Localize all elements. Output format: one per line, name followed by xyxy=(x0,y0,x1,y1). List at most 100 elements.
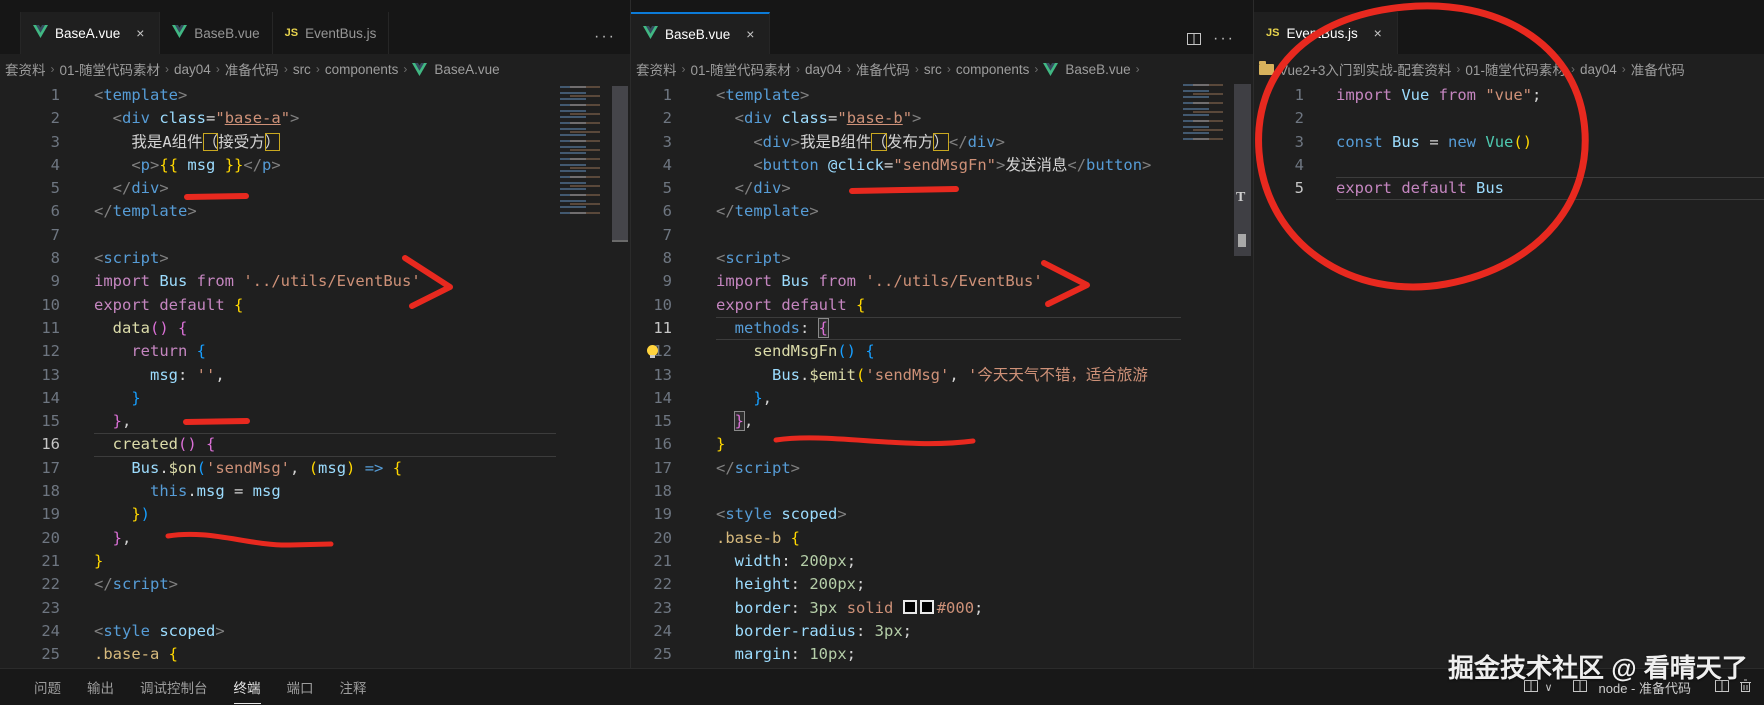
code-line: height: 200px; xyxy=(734,575,866,594)
line-number: 2 xyxy=(1294,109,1304,128)
code-line: margin: 10px; xyxy=(734,645,857,664)
line-number: 18 xyxy=(653,482,672,501)
code-line: } xyxy=(716,435,726,454)
line-number: 7 xyxy=(50,225,60,244)
close-icon[interactable]: × xyxy=(133,25,147,41)
code-line: }, xyxy=(753,388,773,407)
breadcrumb-item[interactable]: 准备代码 xyxy=(856,59,910,79)
tab-eventbus-js[interactable]: JS EventBus.js × xyxy=(1254,12,1398,54)
code-line: <template> xyxy=(94,86,188,104)
code-line: </div> xyxy=(112,179,169,198)
panel-tab-注释[interactable]: 注释 xyxy=(340,671,367,704)
breadcrumb-item[interactable]: 套资料 xyxy=(5,59,46,79)
scrollbar[interactable] xyxy=(612,84,628,668)
more-tabs-icon[interactable]: ··· xyxy=(594,28,630,54)
breadcrumb-item[interactable]: 01-随堂代码素材 xyxy=(1465,59,1566,79)
breadcrumb[interactable]: 套资料 › 01-随堂代码素材 › day04 › 准备代码 › src › components ›… xyxy=(631,54,1253,84)
breadcrumb-item[interactable]: day04 xyxy=(1580,62,1617,77)
line-number: 10 xyxy=(653,295,672,314)
editor-eventbus-js[interactable]: 1 2 3 4 5 import Vue from "vue"; const Bus = … xyxy=(1254,84,1764,668)
breadcrumb-item[interactable]: src xyxy=(293,62,311,77)
code-area[interactable]: <template> <div class="base-b"> <div>我是B… xyxy=(716,84,1181,666)
tab-basea-vue[interactable]: BaseA.vue × xyxy=(21,12,161,54)
breadcrumb-item[interactable]: day04 xyxy=(174,62,211,77)
breadcrumb-item[interactable]: Vue2+3入门到实战-配套资料 xyxy=(1279,59,1451,79)
code-area[interactable]: <template> <div class="base-a"> 我是A组件（接受… xyxy=(94,84,556,666)
code-line: export default Bus xyxy=(1336,177,1764,200)
minimap[interactable] xyxy=(556,86,606,218)
code-line: methods: { xyxy=(716,317,1181,340)
code-line: import Vue from "vue"; xyxy=(1336,86,1542,104)
scrollbar-t-mark: T xyxy=(1236,190,1246,205)
line-number: 20 xyxy=(41,528,60,547)
panel-tab-终端[interactable]: 终端 xyxy=(233,671,261,704)
breadcrumb-separator: › xyxy=(215,62,220,76)
code-line: <p>{{ msg }}</p> xyxy=(131,155,281,174)
breadcrumb-item[interactable]: 准备代码 xyxy=(225,59,279,79)
line-number: 5 xyxy=(1294,179,1304,198)
code-area[interactable]: import Vue from "vue"; const Bus = new Vu… xyxy=(1336,84,1764,200)
breadcrumb-separator: › xyxy=(914,62,919,76)
line-number: 5 xyxy=(50,179,60,198)
breadcrumb-item[interactable]: src xyxy=(924,62,942,77)
line-number: 9 xyxy=(662,272,672,291)
breadcrumb[interactable]: 套资料 › 01-随堂代码素材 › day04 › 准备代码 › src › components ›… xyxy=(0,54,630,84)
breadcrumb-item[interactable]: components xyxy=(325,62,399,77)
panel-tab-调试控制台[interactable]: 调试控制台 xyxy=(140,671,208,704)
tab-baseb-vue[interactable]: BaseB.vue xyxy=(160,12,273,54)
line-number: 15 xyxy=(41,412,60,431)
breadcrumb-item[interactable]: day04 xyxy=(805,62,842,77)
breadcrumb-item[interactable]: 01-随堂代码素材 xyxy=(691,59,792,79)
code-line: </script> xyxy=(94,575,179,594)
editor-group-right: JS EventBus.js × Vue2+3入门到实战-配套资料 › 01-随堂代码素… xyxy=(1253,0,1764,705)
editor-baseb-vue[interactable]: 1 2 3 4 5 6 7 8 9 10 11 12 13 14 15 16 17 18 19 20 21 22 23 24 2… xyxy=(631,84,1253,668)
line-number: 22 xyxy=(653,575,672,594)
breadcrumb-item[interactable]: 准备代码 xyxy=(1631,59,1685,79)
breadcrumb-item[interactable]: 套资料 xyxy=(636,59,677,79)
breadcrumb-item[interactable]: components xyxy=(956,62,1030,77)
code-line: const Bus = new Vue() xyxy=(1336,132,1533,151)
tab-label: EventBus.js xyxy=(1286,25,1358,41)
vue-icon xyxy=(172,25,188,41)
line-number: 4 xyxy=(662,155,672,174)
breadcrumb-separator: › xyxy=(1621,62,1626,76)
close-icon[interactable]: × xyxy=(1371,25,1385,41)
breadcrumb-separator: › xyxy=(1456,62,1461,76)
code-line: this.msg = msg xyxy=(150,482,281,501)
code-line: <script> xyxy=(94,249,169,268)
code-line: border: 3px solid #000; xyxy=(734,598,984,617)
close-icon[interactable]: × xyxy=(743,26,757,42)
code-line: } xyxy=(94,551,104,570)
tab-eventbus-js[interactable]: JS EventBus.js xyxy=(272,12,390,54)
breadcrumb[interactable]: Vue2+3入门到实战-配套资料 › 01-随堂代码素材 › day04 › 准备代码 xyxy=(1254,54,1764,84)
panel-tab-输出[interactable]: 输出 xyxy=(87,671,114,704)
line-number: 3 xyxy=(1294,132,1304,151)
breadcrumb-file[interactable]: BaseA.vue xyxy=(434,62,499,77)
split-editor-icon[interactable] xyxy=(1187,33,1202,45)
code-line: Bus.$emit('sendMsg', '今天天气不错，适合旅游 xyxy=(772,365,1148,384)
line-number: 25 xyxy=(653,645,672,664)
line-number: 3 xyxy=(662,132,672,151)
panel-tab-端口[interactable]: 端口 xyxy=(287,671,314,704)
more-actions-icon[interactable]: ··· xyxy=(1213,30,1235,48)
code-line: .base-a { xyxy=(94,645,179,664)
editor-basea-vue[interactable]: 1 2 3 4 5 6 7 8 9 10 11 12 13 14 15 16 17 18 19 20 21 22 23 24 2… xyxy=(0,84,630,668)
minimap[interactable] xyxy=(1181,84,1231,142)
breadcrumb-file[interactable]: BaseB.vue xyxy=(1065,62,1130,77)
js-icon: JS xyxy=(1266,27,1280,39)
line-number: 5 xyxy=(662,179,672,198)
breadcrumb-separator: › xyxy=(283,62,288,76)
folder-icon xyxy=(1259,60,1274,75)
scrollbar[interactable] xyxy=(1234,84,1251,668)
breadcrumb-item[interactable]: 01-随堂代码素材 xyxy=(60,59,161,79)
tab-bar-right: JS EventBus.js × xyxy=(1254,0,1764,54)
panel-tab-问题[interactable]: 问题 xyxy=(34,671,61,704)
breadcrumb-separator: › xyxy=(50,62,55,76)
code-line: <script> xyxy=(716,249,791,268)
panel-tabs: 问题 输出 调试控制台 终端 端口 注释 xyxy=(34,669,367,705)
breadcrumb-separator: › xyxy=(681,62,686,76)
line-number: 13 xyxy=(41,365,60,384)
tab-baseb-vue[interactable]: BaseB.vue × xyxy=(631,12,771,54)
